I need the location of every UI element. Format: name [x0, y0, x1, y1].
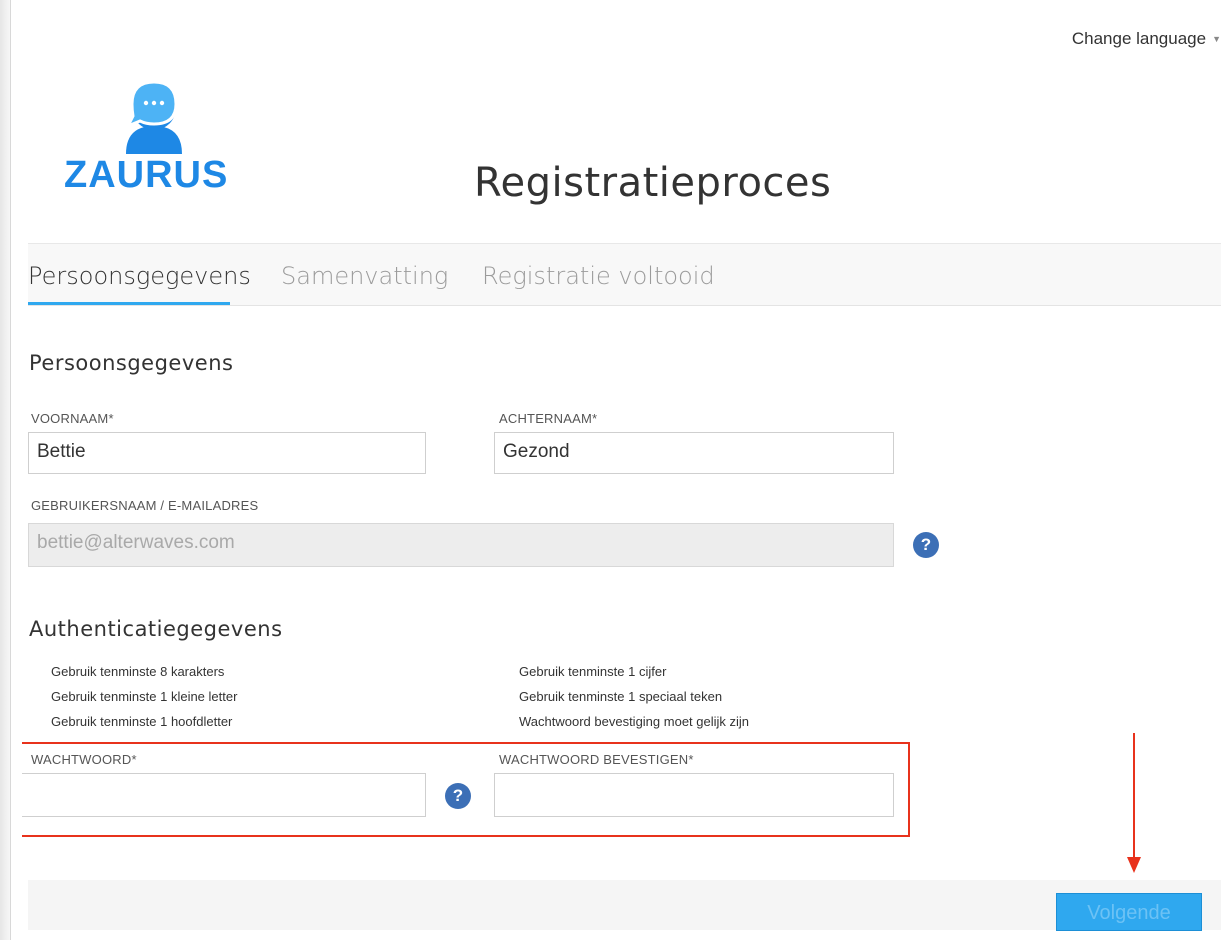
active-tab-indicator — [28, 302, 230, 305]
zaurus-logo: ZAURUS — [64, 78, 244, 198]
password-rule: Gebruik tenminste 1 kleine letter — [51, 689, 238, 704]
first-name-input[interactable]: Bettie — [28, 432, 426, 474]
password-rule: Gebruik tenminste 1 hoofdletter — [51, 714, 233, 729]
window-left-edge — [0, 0, 11, 940]
form-footer — [28, 880, 1221, 930]
username-label: GEBRUIKERSNAAM / E-MAILADRES — [31, 498, 259, 513]
tab-bar: Persoonsgegevens Samenvatting Registrati… — [28, 243, 1221, 306]
change-language-label: Change language — [1071, 29, 1207, 48]
password-input[interactable] — [22, 773, 426, 817]
tab-persoonsgegevens[interactable]: Persoonsgegevens — [28, 262, 251, 290]
confirm-password-input[interactable] — [494, 773, 894, 817]
password-rule: Gebruik tenminste 1 cijfer — [519, 664, 667, 679]
caret-down-icon: ▼ — [1212, 34, 1221, 44]
page-title: Registratieproces — [474, 160, 832, 206]
section-title-auth: Authenticatiegegevens — [29, 617, 283, 641]
first-name-label: VOORNAAM* — [31, 411, 114, 426]
password-rule: Gebruik tenminste 1 speciaal teken — [519, 689, 723, 704]
tab-samenvatting[interactable]: Samenvatting — [281, 262, 448, 290]
password-help-icon[interactable]: ? — [445, 783, 471, 809]
last-name-label: ACHTERNAAM* — [499, 411, 598, 426]
username-input: bettie@alterwaves.com — [28, 523, 894, 567]
logo-text: ZAURUS — [64, 154, 229, 196]
next-button[interactable]: Volgende — [1056, 893, 1202, 931]
last-name-input[interactable]: Gezond — [494, 432, 894, 474]
chat-avatar-icon — [124, 80, 182, 154]
change-language-dropdown[interactable]: Change language ▼ — [1072, 29, 1221, 49]
password-rule: Gebruik tenminste 8 karakters — [51, 664, 225, 679]
password-rule: Wachtwoord bevestiging moet gelijk zijn — [519, 714, 750, 729]
username-help-icon[interactable]: ? — [913, 532, 939, 558]
tab-label: Registratie voltooid — [482, 262, 715, 290]
tab-label: Persoonsgegevens — [28, 262, 251, 290]
annotation-arrow-icon — [1127, 733, 1141, 873]
password-label: WACHTWOORD* — [31, 752, 137, 767]
section-title-personal: Persoonsgegevens — [29, 351, 234, 375]
tab-label: Samenvatting — [281, 262, 449, 290]
confirm-password-label: WACHTWOORD BEVESTIGEN* — [499, 752, 694, 767]
tab-registratie-voltooid[interactable]: Registratie voltooid — [482, 262, 715, 290]
